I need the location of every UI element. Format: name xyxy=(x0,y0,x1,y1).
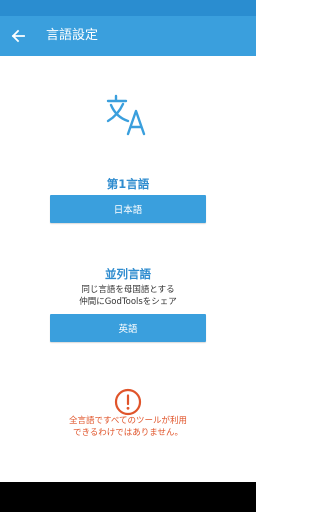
page-title: 言語設定 xyxy=(46,28,99,43)
navigation-bar xyxy=(0,482,256,512)
primary-language-title: 第1言語 xyxy=(106,177,150,191)
parallel-language-description-line2: 仲間にGodToolsをシェア xyxy=(79,297,177,307)
language-settings-content: 第1言語 日本語 並列言語 同じ言語を母国語とする 仲間にGodToolsをシェ… xyxy=(0,56,256,482)
warning-text-line2: できるわけではありません。 xyxy=(72,428,184,438)
warning-text-line1: 全言語ですべてのツールが利用 xyxy=(68,416,188,426)
translate-icon xyxy=(106,94,146,136)
parallel-language-title: 並列言語 xyxy=(105,267,151,281)
arrow-left-icon xyxy=(11,29,25,43)
parallel-language-description-line1: 同じ言語を母国語とする xyxy=(81,285,175,295)
back-button[interactable] xyxy=(6,20,30,52)
primary-language-button[interactable]: 日本語 xyxy=(50,195,206,223)
status-bar xyxy=(0,0,256,16)
app-bar: 言語設定 xyxy=(0,16,256,56)
alert-circle-icon xyxy=(114,388,142,416)
parallel-language-button[interactable]: 英語 xyxy=(50,314,206,342)
